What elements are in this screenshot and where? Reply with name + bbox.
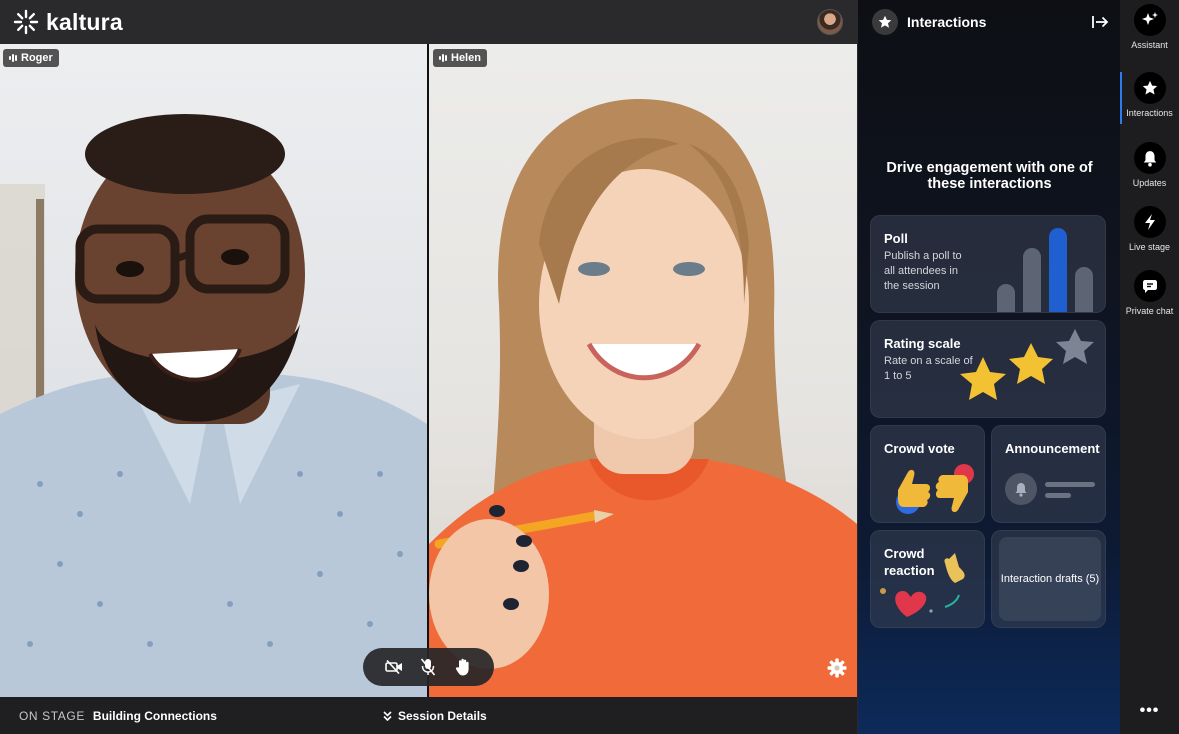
audio-level-icon [9,54,17,62]
panel-header: Interactions [858,0,1120,44]
brand-name: kaltura [46,8,123,35]
participant-name-tag: Helen [433,49,487,67]
top-bar: kaltura [0,0,857,44]
session-details-label: Session Details [398,708,487,723]
camera-off-button[interactable] [383,656,405,678]
participant-name: Roger [21,52,53,64]
right-rail: Assistant Interactions Updates Live stag… [1120,0,1179,734]
video-tile-roger: Roger [0,44,427,697]
media-controls [363,648,494,686]
announcement-line [1045,493,1071,498]
rail-item-updates[interactable]: Updates [1120,142,1179,188]
double-chevron-down-icon [383,710,392,721]
poll-bars-icon [997,228,1093,312]
session-details-button[interactable]: Session Details [383,709,487,723]
card-title: Announcement [1005,441,1100,456]
mic-off-button[interactable] [417,656,439,678]
kaltura-logo-icon [13,9,39,35]
card-title: Rating scale [884,336,961,351]
card-title: Crowd vote [884,441,955,456]
rail-label: Updates [1132,178,1167,188]
rail-item-interactions[interactable]: Interactions [1120,72,1179,118]
kaltura-logo[interactable]: kaltura [12,8,123,36]
raise-hand-button[interactable] [452,656,474,678]
bolt-icon [1133,206,1166,238]
rating-scale-card[interactable]: Rating scale Rate on a scale of 1 to 5 [870,320,1106,418]
bottom-bar: ON STAGE Building Connections Session De… [0,697,857,734]
rail-item-private-chat[interactable]: Private chat [1120,270,1179,316]
announcement-card[interactable]: Announcement [991,425,1106,523]
interactions-panel: Interactions Drive engagement with one o… [857,0,1120,734]
rail-item-assistant[interactable]: Assistant [1120,4,1179,50]
app: kaltura Roger Helen ON STAGE Building Co… [0,0,1179,734]
rail-label: Assistant [1131,40,1168,50]
settings-gear-icon[interactable] [826,657,848,679]
rail-label: Interactions [1126,108,1173,118]
participant-name: Helen [451,52,481,64]
card-description: Publish a poll to all attendees in the s… [884,250,962,292]
sparkle-icon [1133,4,1166,36]
video-stage: Roger Helen [0,44,857,697]
audio-level-icon [439,54,447,62]
panel-heading: Drive engagement with one of these inter… [886,160,1093,192]
thumbs-icon [896,464,974,514]
collapse-panel-icon[interactable] [1090,12,1110,32]
camera-off-icon [385,660,403,674]
poll-card[interactable]: Poll Publish a poll to all attendees in … [870,215,1106,313]
video-tile-helen: Helen [429,44,857,697]
participant-video-helen [429,99,857,697]
participant-name-tag: Roger [3,49,59,67]
bell-icon [1133,142,1166,174]
rail-item-live-stage[interactable]: Live stage [1120,206,1179,252]
crowd-vote-card[interactable]: Crowd vote [870,425,985,523]
chat-icon [1133,270,1166,302]
rail-label: Private chat [1125,306,1174,316]
panel-title: Interactions [907,14,987,30]
mic-off-icon [421,658,436,676]
announcement-bell-icon [1005,473,1037,505]
rail-label: Live stage [1128,242,1171,252]
participant-video-roger [0,114,427,697]
star-icon [872,9,898,35]
user-avatar[interactable] [817,9,843,35]
crowd-reaction-card[interactable]: Crowd reaction [870,530,985,628]
reaction-heart-icon [880,553,965,617]
announcement-line [1045,482,1095,487]
rating-stars-icon [960,329,1094,400]
star-icon [1133,72,1166,104]
on-stage-label: ON STAGE [19,708,85,723]
interaction-drafts-label: Interaction drafts (5) [999,537,1101,621]
more-options-button[interactable]: ••• [1120,702,1179,720]
session-title: Building Connections [92,708,217,723]
card-title: Poll [884,231,908,246]
raise-hand-icon [455,658,469,676]
interaction-drafts-card[interactable]: Interaction drafts (5) [991,530,1106,628]
